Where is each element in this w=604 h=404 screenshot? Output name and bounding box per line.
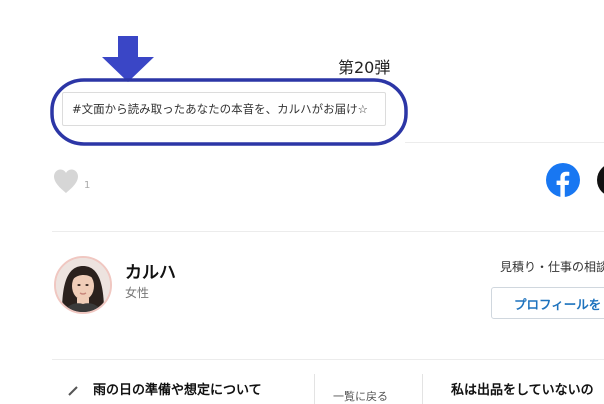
x-share-icon[interactable] [597, 163, 604, 197]
divider [52, 359, 604, 360]
pager-separator [314, 374, 315, 404]
like-count: 1 [84, 180, 91, 191]
profile-button-label: プロフィールを [514, 296, 602, 312]
facebook-icon[interactable] [546, 163, 580, 197]
author-gender: 女性 [125, 286, 150, 300]
avatar-portrait-icon [56, 258, 110, 312]
quote-consultation-text: 見積り・仕事の相談 [500, 260, 604, 274]
profile-button[interactable]: プロフィールを [491, 287, 604, 319]
episode-label: 第20弾 [338, 58, 391, 77]
author-name[interactable]: カルハ [125, 258, 176, 283]
divider [52, 231, 604, 232]
annotation-ellipse [50, 78, 408, 146]
annotation-arrow-icon [102, 36, 154, 82]
divider [405, 142, 604, 143]
pager-separator [422, 374, 423, 404]
prev-article-link[interactable]: 雨の日の準備や想定について [93, 379, 262, 398]
avatar[interactable] [54, 256, 112, 314]
heart-icon[interactable] [52, 168, 80, 194]
back-to-list-link[interactable]: 一覧に戻る [333, 388, 388, 404]
next-article-link[interactable]: 私は出品をしていないの [451, 379, 594, 398]
